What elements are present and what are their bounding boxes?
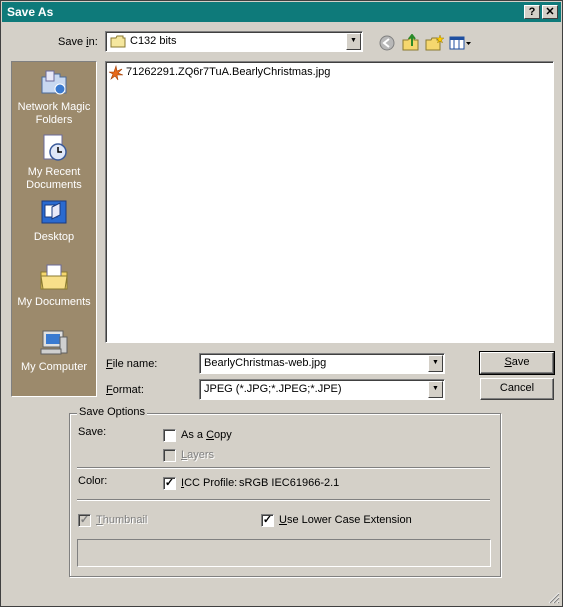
place-my-documents[interactable]: My Documents — [12, 262, 96, 309]
color-label: Color: — [78, 475, 108, 487]
divider — [77, 499, 490, 501]
view-menu-icon[interactable] — [449, 34, 473, 52]
desktop-icon — [41, 200, 67, 224]
as-a-copy-label: As a Copy — [181, 429, 232, 441]
layers-checkbox — [163, 449, 176, 462]
resize-grip-icon[interactable] — [548, 592, 560, 604]
save-in-value: C132 bits — [130, 35, 177, 47]
new-folder-icon[interactable] — [425, 34, 445, 52]
my-computer-icon — [40, 330, 68, 355]
my-documents-icon — [40, 264, 68, 290]
format-select[interactable]: JPEG (*.JPG;*.JPEG;*.JPE) ▼ — [199, 379, 445, 400]
window-title: Save As — [7, 5, 54, 19]
chevron-down-icon[interactable]: ▼ — [428, 355, 443, 372]
lower-case-extension-checkbox[interactable]: ✓ — [261, 514, 274, 527]
icc-profile-value: sRGB IEC61966-2.1 — [239, 477, 340, 489]
save-label: Save: — [78, 426, 107, 438]
status-box — [77, 539, 491, 567]
file-name: 71262291.ZQ6r7TuA.BearlyChristmas.jpg — [126, 66, 331, 78]
format-value: JPEG (*.JPG;*.JPEG;*.JPE) — [204, 383, 342, 395]
format-label: Format: — [106, 384, 144, 396]
places-bar: Network Magic Folders My Recent Document… — [11, 61, 97, 397]
file-name-label: File name: — [106, 358, 158, 370]
layers-label: Layers — [181, 449, 215, 461]
save-in-label: Save in: — [58, 36, 98, 48]
cancel-button[interactable]: Cancel — [480, 378, 554, 400]
place-network-magic-folders[interactable]: Network Magic Folders — [12, 67, 96, 127]
jpg-file-icon — [108, 65, 124, 81]
as-a-copy-checkbox[interactable] — [163, 429, 176, 442]
back-icon[interactable] — [377, 34, 397, 52]
file-list[interactable]: 71262291.ZQ6r7TuA.BearlyChristmas.jpg — [105, 61, 554, 343]
icc-profile-label: ICC Profile: — [181, 477, 238, 489]
title-bar[interactable]: Save As ? ✕ — [2, 2, 561, 22]
help-button[interactable]: ? — [524, 5, 540, 19]
network-magic-folders-icon — [41, 70, 67, 95]
lower-case-extension-label: Use Lower Case Extension — [279, 514, 412, 526]
place-my-recent-documents[interactable]: My Recent Documents — [12, 132, 96, 192]
divider — [77, 467, 490, 469]
close-button[interactable]: ✕ — [542, 5, 558, 19]
save-in-combo[interactable]: C132 bits ▼ — [105, 31, 363, 52]
chevron-down-icon[interactable]: ▼ — [428, 381, 443, 398]
up-folder-icon[interactable] — [401, 34, 421, 52]
save-button[interactable]: Save — [479, 351, 555, 375]
recent-documents-icon — [43, 134, 67, 161]
icc-profile-checkbox[interactable]: ✓ — [163, 477, 176, 490]
thumbnail-checkbox: ✓ — [78, 514, 91, 527]
folder-icon — [110, 35, 126, 48]
save-as-dialog: Save As ? ✕ Save in: C132 bits ▼ Network… — [0, 0, 563, 607]
chevron-down-icon[interactable]: ▼ — [346, 33, 361, 50]
file-name-input[interactable]: BearlyChristmas-web.jpg ▼ — [199, 353, 445, 374]
file-name-value: BearlyChristmas-web.jpg — [204, 357, 327, 369]
place-desktop[interactable]: Desktop — [12, 197, 96, 244]
thumbnail-label: Thumbnail — [96, 514, 148, 526]
place-my-computer[interactable]: My Computer — [12, 327, 96, 374]
save-options-title: Save Options — [77, 406, 148, 418]
